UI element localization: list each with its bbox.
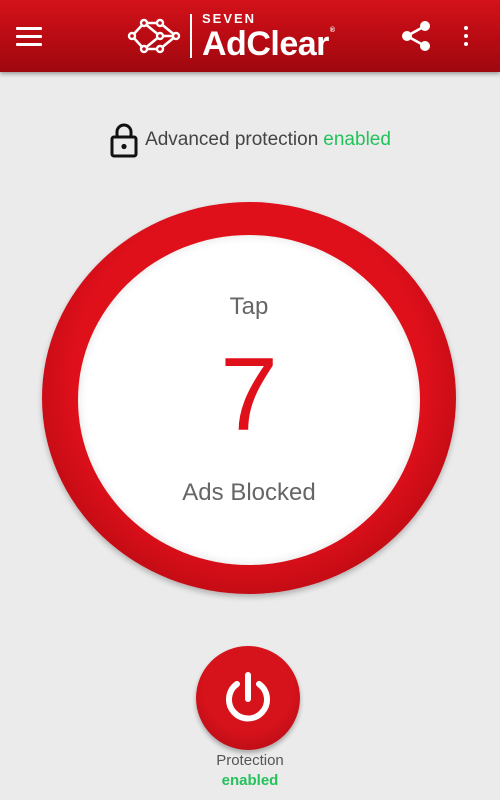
advanced-protection-status: enabled bbox=[323, 129, 391, 150]
power-icon bbox=[226, 672, 270, 722]
lock-icon bbox=[110, 123, 138, 158]
tap-label: Tap bbox=[229, 293, 269, 320]
ads-blocked-label: Ads Blocked bbox=[182, 479, 316, 506]
brand-logo: SEVEN AdClear® bbox=[126, 6, 335, 66]
app-title: AdClear® bbox=[202, 24, 335, 63]
brand-subtitle: SEVEN bbox=[202, 10, 257, 26]
registered-mark: ® bbox=[329, 26, 335, 34]
network-logo-icon bbox=[127, 18, 181, 54]
protection-status: enabled bbox=[221, 772, 279, 789]
share-button[interactable] bbox=[396, 16, 436, 56]
more-options-button[interactable] bbox=[452, 18, 480, 54]
more-vert-icon bbox=[464, 26, 468, 30]
protection-toggle-button[interactable] bbox=[196, 646, 300, 750]
share-icon bbox=[402, 21, 430, 51]
brand-divider bbox=[190, 14, 192, 58]
advanced-protection-label: Advanced protection bbox=[145, 129, 319, 150]
protection-label: Protection bbox=[216, 752, 284, 769]
counter-face[interactable]: Tap 7 Ads Blocked bbox=[78, 235, 420, 565]
app-bar: SEVEN AdClear® bbox=[0, 0, 500, 72]
ads-blocked-count: 7 bbox=[220, 337, 278, 453]
advanced-protection-row: Advanced protection enabled bbox=[0, 120, 500, 160]
brand-text: SEVEN AdClear® bbox=[202, 12, 335, 61]
menu-button[interactable] bbox=[16, 20, 56, 52]
hamburger-menu-icon bbox=[16, 26, 42, 30]
